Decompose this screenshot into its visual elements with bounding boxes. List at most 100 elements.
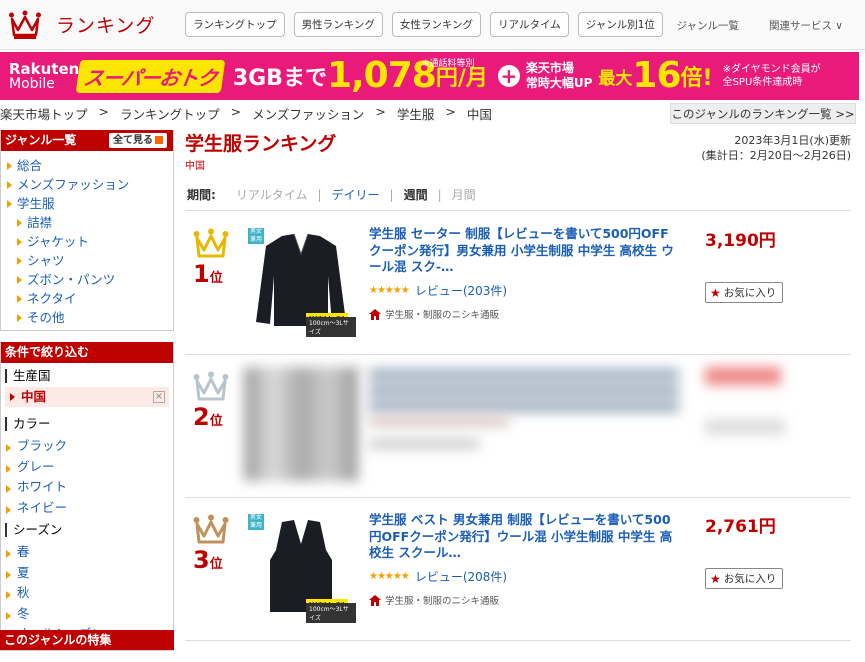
crumb-sep: > <box>445 104 456 119</box>
period-divider: | <box>317 187 322 202</box>
tab-female-ranking[interactable]: 女性ランキング <box>391 12 482 37</box>
crumb-mens-fashion[interactable]: メンズファッション <box>252 104 364 123</box>
crumb-school-uniform[interactable]: 学生服 <box>397 104 435 123</box>
star-icon: ★ <box>710 285 721 300</box>
breadcrumb: 楽天市場トップ > ランキングトップ > メンズファッション > 学生服 > 中… <box>0 104 492 123</box>
crumb-sep: > <box>230 104 242 119</box>
silver-crown-icon <box>193 371 229 401</box>
season-winter[interactable]: 冬 <box>1 606 30 621</box>
tab-realtime[interactable]: リアルタイム <box>490 12 569 37</box>
genre-ranking-list-button[interactable]: このジャンルのランキング一覧 >> <box>670 103 856 124</box>
banner-price: 1,078 <box>326 55 437 96</box>
product-image-blurred[interactable] <box>244 367 358 481</box>
origin-selected-china[interactable]: 中国 × <box>5 387 169 407</box>
color-black[interactable]: ブラック <box>1 438 67 453</box>
product-title[interactable]: 学生服 ベスト 男女兼用 制服【レビューを書いて500円OFFクーポン発行】ウー… <box>369 512 679 562</box>
page-subtitle: 中国 <box>185 161 205 172</box>
banner-diamond-note: ※ダイヤモンド会員が 全SPU条件達成時 <box>722 63 821 89</box>
sidebar-item-all[interactable]: 総合 <box>5 158 42 173</box>
tab-male-ranking[interactable]: 男性ランキング <box>293 12 383 37</box>
shop-house-icon <box>369 308 381 320</box>
shop-info: 学生服・制服のニシキ通販 <box>369 307 499 321</box>
period-divider: | <box>389 187 394 202</box>
sidebar-item-jacket[interactable]: ジャケット <box>5 234 89 249</box>
plus-icon: + <box>497 65 520 87</box>
period-weekly[interactable]: 週間 <box>404 186 428 203</box>
review-link[interactable]: レビュー(208件) <box>415 568 507 585</box>
crumb-rakuten-top[interactable]: 楽天市場トップ <box>0 104 88 123</box>
shop-link[interactable]: 学生服・制服のニシキ通販 <box>385 593 499 607</box>
sidebar-item-school-uniform[interactable]: 学生服 <box>5 196 55 211</box>
crumb-sep: > <box>98 104 109 119</box>
price-blurred <box>705 367 781 385</box>
season-spring[interactable]: 春 <box>1 544 30 559</box>
product-image[interactable]: 男女兼用 送料無料 100cm～3Lサイズ <box>244 224 358 338</box>
season-summer[interactable]: 夏 <box>1 565 30 580</box>
shop-info: 学生服・制服のニシキ通販 <box>369 593 499 607</box>
period-monthly[interactable]: 月間 <box>452 186 476 203</box>
period-realtime[interactable]: リアルタイム <box>236 186 308 203</box>
period-daily[interactable]: デイリー <box>332 186 380 203</box>
period-label: 期間: <box>187 188 216 202</box>
arrow-square-icon <box>155 136 163 144</box>
favorite-button[interactable]: ★ お気に入り <box>705 568 784 589</box>
crumb-ranking-top[interactable]: ランキングトップ <box>120 104 220 123</box>
sidebar-item-tsumeeri[interactable]: 詰襟 <box>5 215 52 230</box>
sidebar-item-pants[interactable]: ズボン・パンツ <box>5 272 115 287</box>
banner-market: 楽天市場 常時大幅UP <box>525 61 593 90</box>
star-rating-icon: ★★★★★ <box>369 285 410 296</box>
color-gray[interactable]: グレー <box>1 459 55 474</box>
product-title[interactable]: 学生服 セーター 制服【レビューを書いて500円OFFクーポン発行】男女兼用 小… <box>369 226 679 276</box>
gender-badge: 男女兼用 <box>248 514 264 530</box>
genre-head: ジャンル一覧 全て見る <box>1 130 173 151</box>
color-white[interactable]: ホワイト <box>1 479 67 494</box>
genre-list-link[interactable]: ジャンル一覧 <box>676 18 738 33</box>
favorite-button-blurred[interactable] <box>705 419 785 435</box>
tab-ranking-top[interactable]: ランキングトップ <box>185 12 285 37</box>
header-tabs: ランキングトップ 男性ランキング 女性ランキング リアルタイム ジャンル別1位 <box>185 12 663 37</box>
banner-bai: 倍! <box>680 66 713 91</box>
ranking-item: 3位 男女兼用 送料無料 100cm～3Lサイズ 学生服 ベスト 男女兼用 制服… <box>185 498 851 641</box>
banner-times: 16 <box>632 55 681 96</box>
product-title-blurred[interactable] <box>369 369 679 413</box>
favorite-button[interactable]: ★ お気に入り <box>705 282 784 303</box>
sidebar-item-other[interactable]: その他 <box>5 310 65 325</box>
season-autumn[interactable]: 秋 <box>1 585 30 600</box>
related-services-menu[interactable]: 関連サービス ∨ <box>769 18 843 33</box>
product-rating: ★★★★★ レビュー(208件) <box>369 568 507 585</box>
banner-super-label: スーパーおトク <box>75 59 226 93</box>
banner-note: ※通話料等別 <box>422 59 475 69</box>
sidebar: ジャンル一覧 全て見る 総合 メンズファッション 学生服 詰襟 ジャケット シャ… <box>0 130 174 662</box>
see-all-button[interactable]: 全て見る <box>109 133 167 148</box>
product-image[interactable]: 男女兼用 送料無料 100cm～3Lサイズ <box>244 510 358 624</box>
product-price: 3,190円 <box>705 231 776 251</box>
clear-filter-icon[interactable]: × <box>153 391 165 403</box>
ranking-item: 2位 <box>185 355 851 498</box>
color-navy[interactable]: ネイビー <box>1 500 67 515</box>
tab-genre-first[interactable]: ジャンル別1位 <box>577 12 663 37</box>
header-right-links: ジャンル一覧 関連サービス ∨ <box>676 18 843 33</box>
gold-crown-icon <box>193 228 229 258</box>
rank-number: 2位 <box>193 403 223 431</box>
crumb-china[interactable]: 中国 <box>467 104 492 123</box>
gender-badge: 男女兼用 <box>248 228 264 244</box>
origin-label: 生産国 <box>5 369 173 383</box>
sidebar-item-necktie[interactable]: ネクタイ <box>5 291 77 306</box>
product-rating-blurred <box>369 415 509 427</box>
shop-house-icon <box>369 594 381 606</box>
crumb-sep: > <box>375 104 386 119</box>
rakuten-mobile-banner[interactable]: Rakuten Mobile スーパーおトク 3GBまで 1,078 円/月 ※… <box>0 52 859 100</box>
sidebar-item-shirt[interactable]: シャツ <box>5 253 65 268</box>
sidebar-item-mens-fashion[interactable]: メンズファッション <box>5 177 129 192</box>
product-price: 2,761円 <box>705 517 776 537</box>
ranking-logo[interactable]: ランキング <box>0 10 185 40</box>
genre-box: ジャンル一覧 全て見る 総合 メンズファッション 学生服 詰襟 ジャケット シャ… <box>0 130 174 331</box>
period-divider: | <box>437 187 442 202</box>
bronze-crown-icon <box>193 514 229 544</box>
updated-info: 2023年3月1日(水)更新 (集計日：2月20日～2月26日) <box>701 133 851 163</box>
shop-link[interactable]: 学生服・制服のニシキ通販 <box>385 307 499 321</box>
shop-info-blurred <box>369 439 479 449</box>
review-link[interactable]: レビュー(203件) <box>415 282 507 299</box>
star-rating-icon: ★★★★★ <box>369 571 410 582</box>
ranking-item: 1位 男女兼用 送料無料 100cm～3Lサイズ 学生服 セーター 制服【レビュ… <box>185 212 851 355</box>
